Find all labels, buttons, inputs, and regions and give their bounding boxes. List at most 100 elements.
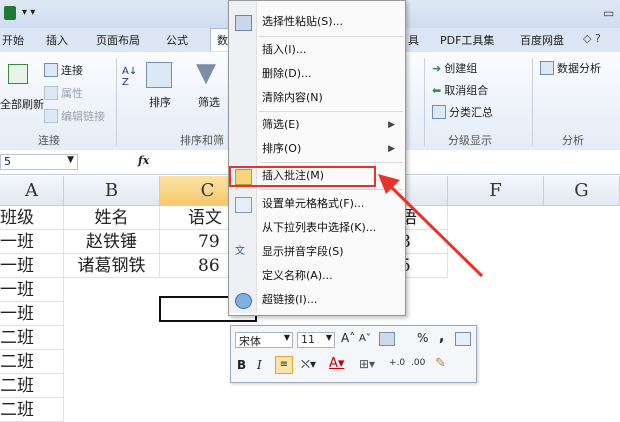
edit-links-button[interactable]: 编辑链接 xyxy=(44,108,105,124)
menu-item-delete[interactable]: 删除(D)... xyxy=(229,63,405,85)
format-painter-icon[interactable]: ✎ xyxy=(435,356,446,371)
format-painter-table-icon[interactable] xyxy=(455,332,471,346)
menu-item-clear-contents[interactable]: 清除内容(N) xyxy=(229,87,405,109)
sort-asc-button[interactable]: A↓ Z xyxy=(122,66,137,88)
menu-item-hyperlink[interactable]: 超链接(I)... xyxy=(229,289,405,311)
cell-a8[interactable]: 二班 xyxy=(0,374,64,398)
cell-a1[interactable]: 班级 xyxy=(0,206,64,230)
quick-access-toolbar[interactable]: ▾ ▾ xyxy=(22,7,35,18)
menu-item-label: 从下拉列表中选择(K)... xyxy=(262,221,377,234)
group-sort-filter-label: 排序和筛 xyxy=(180,134,224,147)
menu-item-label: 删除(D)... xyxy=(262,67,312,80)
name-box[interactable]: 5 ▼ xyxy=(0,154,78,170)
ribbon-separator xyxy=(116,58,117,146)
italic-button[interactable]: I xyxy=(257,358,262,372)
font-name-select[interactable]: 宋体 ▼ xyxy=(235,332,293,348)
fill-color-icon[interactable]: ⛌▾ xyxy=(301,357,316,372)
tab-baidu-netdisk[interactable]: 百度网盘 xyxy=(520,32,564,48)
name-box-value: 5 xyxy=(4,155,11,168)
subtotal-button[interactable]: 分类汇总 xyxy=(432,104,493,120)
data-analysis-icon xyxy=(540,61,554,75)
annotation-highlight-box xyxy=(229,166,376,187)
borders-icon[interactable]: ⊞▾ xyxy=(359,357,375,371)
ungroup-button[interactable]: ⬅ 取消组合 xyxy=(432,82,488,98)
data-analysis-label: 数据分析 xyxy=(557,62,601,75)
menu-item-label: 插入(I)... xyxy=(262,43,307,56)
tab-insert[interactable]: 插入 xyxy=(46,32,68,48)
tab-home[interactable]: 开始 xyxy=(2,32,24,48)
edit-links-label: 编辑链接 xyxy=(61,110,105,123)
group-connections-label: 连接 xyxy=(38,134,60,147)
font-color-icon[interactable]: A▾ xyxy=(329,356,344,371)
increase-decimal-icon[interactable]: +.0 xyxy=(389,358,405,368)
menu-separator xyxy=(259,111,403,112)
menu-item-insert[interactable]: 插入(I)... xyxy=(229,39,405,61)
create-group-button[interactable]: ➜ 创建组 xyxy=(432,60,477,76)
cell-a2[interactable]: 一班 xyxy=(0,230,64,254)
menu-separator xyxy=(259,162,403,163)
fx-icon[interactable]: fx xyxy=(138,154,149,167)
cell-b3[interactable]: 诸葛钢铁 xyxy=(64,254,160,278)
group-analysis-label: 分析 xyxy=(562,134,584,147)
group-outline-label: 分级显示 xyxy=(448,134,492,147)
column-header-a[interactable]: A xyxy=(0,176,64,206)
submenu-arrow-icon: ▶ xyxy=(388,144,395,154)
font-size-select[interactable]: 11 ▼ xyxy=(297,332,335,348)
arrow-left-icon: ⬅ xyxy=(432,83,442,97)
menu-item-label: 筛选(E) xyxy=(262,118,300,131)
chevron-down-icon: ▼ xyxy=(67,155,74,165)
number-format-icon[interactable] xyxy=(379,332,395,346)
filter-icon: ▼ xyxy=(196,58,216,88)
menu-item-sort[interactable]: 排序(O) ▶ xyxy=(229,138,405,160)
cell-a6[interactable]: 二班 xyxy=(0,326,64,350)
minimize-icon[interactable]: ▭ xyxy=(603,6,614,20)
cell-a7[interactable]: 二班 xyxy=(0,350,64,374)
connections-button[interactable]: 连接 xyxy=(44,62,83,78)
percent-button[interactable]: % xyxy=(417,331,428,345)
decrease-decimal-icon[interactable]: .00 xyxy=(411,358,425,368)
sort-label: 排序 xyxy=(149,96,171,109)
filter-button[interactable]: ▼ xyxy=(196,58,216,88)
shrink-font-icon[interactable]: A˅ xyxy=(359,333,371,344)
menu-item-label: 超链接(I)... xyxy=(262,293,318,306)
filter-label: 筛选 xyxy=(198,96,220,109)
menu-item-filter[interactable]: 筛选(E) ▶ xyxy=(229,114,405,136)
ribbon-separator xyxy=(532,58,533,146)
refresh-all-button[interactable] xyxy=(8,64,28,84)
tab-pdf-tools[interactable]: PDF工具集 xyxy=(440,32,494,48)
create-group-label: 创建组 xyxy=(444,62,478,75)
paste-icon xyxy=(235,15,252,31)
cell-a3[interactable]: 一班 xyxy=(0,254,64,278)
comma-button[interactable]: , xyxy=(439,329,444,345)
properties-label: 属性 xyxy=(61,87,83,100)
format-cells-icon xyxy=(235,197,252,213)
tab-formulas[interactable]: 公式 xyxy=(166,32,188,48)
bold-button[interactable]: B xyxy=(237,358,246,372)
cell-b2[interactable]: 赵铁锤 xyxy=(64,230,160,254)
column-header-g[interactable]: G xyxy=(544,176,620,206)
menu-item-paste-special[interactable]: 选择性粘贴(S)... xyxy=(229,11,405,33)
sort-icon xyxy=(146,62,172,88)
refresh-icon xyxy=(8,64,28,84)
data-analysis-button[interactable]: 数据分析 xyxy=(540,60,601,76)
mini-toolbar: 宋体 ▼ 11 ▼ A˄ A˅ % , B I ≡ ⛌▾ A▾ ⊞▾ +.0 .00… xyxy=(230,325,477,383)
subtotal-label: 分类汇总 xyxy=(449,106,493,119)
properties-icon xyxy=(44,86,58,100)
sort-button[interactable] xyxy=(146,62,172,88)
tab-page-layout[interactable]: 页面布局 xyxy=(96,32,140,48)
grow-font-icon[interactable]: A˄ xyxy=(341,331,355,345)
tab-tools[interactable]: 具 xyxy=(408,32,419,48)
column-header-b[interactable]: B xyxy=(64,176,160,206)
menu-item-label: 排序(O) xyxy=(262,142,302,155)
cell-b1[interactable]: 姓名 xyxy=(64,206,160,230)
subtotal-icon xyxy=(432,105,446,119)
cell-a4[interactable]: 一班 xyxy=(0,278,64,302)
globe-icon xyxy=(235,293,252,309)
chevron-down-icon: ▼ xyxy=(283,333,290,342)
help-icon[interactable]: ◇ ? xyxy=(583,32,601,45)
cell-a5[interactable]: 一班 xyxy=(0,302,64,326)
center-align-icon[interactable]: ≡ xyxy=(275,356,293,374)
connections-icon xyxy=(44,63,58,77)
cell-a9[interactable]: 二班 xyxy=(0,398,64,422)
properties-button[interactable]: 属性 xyxy=(44,85,83,101)
